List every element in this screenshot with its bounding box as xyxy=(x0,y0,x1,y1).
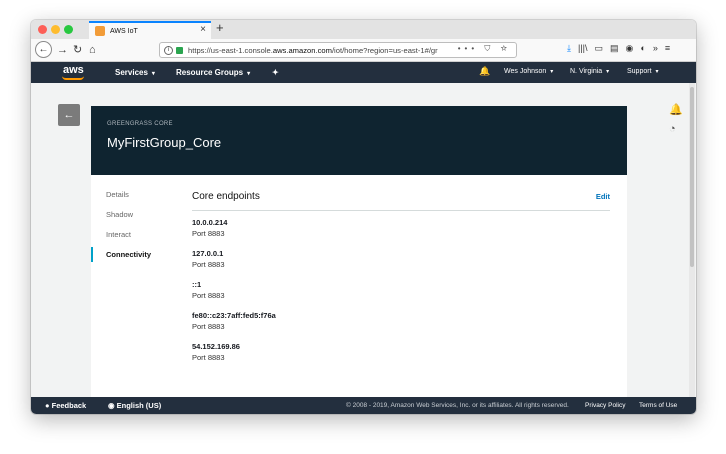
info-icon[interactable]: i xyxy=(164,45,173,55)
side-nav-shadow[interactable]: Shadow xyxy=(91,205,181,225)
chevron-down-icon: ▾ xyxy=(247,71,251,77)
list-item: ::1 Port 8883 xyxy=(192,277,610,308)
endpoint-host: ::1 xyxy=(192,280,202,289)
url-bar[interactable]: i https://us-east-1.console. aws.amazon.c… xyxy=(159,42,517,58)
copyright-text: © 2008 - 2019, Amazon Web Services, Inc.… xyxy=(346,402,569,409)
account-icon[interactable]: ◉ xyxy=(626,43,634,54)
core-endpoints-section: Core endpoints Edit 10.0.0.214 Port 8883… xyxy=(192,191,610,370)
region-name: N. Virginia xyxy=(570,68,603,75)
notifications-icon[interactable]: 🔔 xyxy=(669,103,683,116)
feedback-button[interactable]: ● Feedback xyxy=(45,401,86,410)
tab-aws-iot[interactable]: AWS IoT × xyxy=(89,21,211,39)
aws-favicon-icon xyxy=(95,26,105,36)
chat-bubble-icon: ● xyxy=(45,401,50,410)
reader-icon[interactable]: ▤ xyxy=(610,43,619,54)
services-label: Services xyxy=(115,68,148,77)
extension-icon[interactable]: ◐ xyxy=(640,43,645,54)
list-item: 10.0.0.214 Port 8883 xyxy=(192,215,610,246)
user-name: Wes Johnson xyxy=(504,68,547,75)
url-actions-icons[interactable]: ••• ⛉ ☆ xyxy=(458,44,511,54)
endpoint-host: fe80::c23:7aff:fed5:f76a xyxy=(192,311,276,320)
section-title: Core endpoints xyxy=(192,191,260,202)
page-header: GREENGRASS CORE MyFirstGroup_Core xyxy=(91,106,627,175)
home-button[interactable]: ⌂ xyxy=(89,42,96,58)
scrollbar-thumb[interactable] xyxy=(690,87,694,267)
section-divider xyxy=(192,210,610,211)
chevron-down-icon: ▾ xyxy=(655,69,659,75)
chevron-down-icon: ▾ xyxy=(606,69,610,75)
chevron-down-icon: ▾ xyxy=(151,71,155,77)
endpoint-port: Port 8883 xyxy=(192,229,225,238)
chevron-down-icon: ▾ xyxy=(550,69,554,75)
sidebar-icon[interactable]: ▭ xyxy=(595,43,604,54)
overflow-icon[interactable]: » xyxy=(653,43,658,54)
download-icon[interactable]: ⤓ xyxy=(567,43,571,54)
url-path: /iot/home?region=us-east-1#/gr xyxy=(331,45,438,55)
new-tab-button[interactable]: + xyxy=(216,20,224,35)
endpoint-port: Port 8883 xyxy=(192,291,225,300)
aws-smile-icon xyxy=(62,76,84,80)
nav-bar: ← → ↻ ⌂ i https://us-east-1.console. aws.… xyxy=(31,39,696,62)
bell-icon[interactable]: 🔔 xyxy=(479,66,490,77)
aws-logo[interactable]: aws xyxy=(63,64,84,76)
terms-of-use-link[interactable]: Terms of Use xyxy=(639,402,677,409)
back-button[interactable]: ← xyxy=(35,41,52,58)
menu-icon[interactable]: ≡ xyxy=(665,43,670,54)
resource-groups-label: Resource Groups xyxy=(176,68,244,77)
content-card: Details Shadow Interact Connectivity Cor… xyxy=(91,175,627,397)
window-maximize-button[interactable] xyxy=(64,25,73,34)
endpoint-port: Port 8883 xyxy=(192,260,225,269)
side-nav: Details Shadow Interact Connectivity xyxy=(91,185,181,265)
endpoint-host: 54.152.169.86 xyxy=(192,342,240,351)
edit-button[interactable]: Edit xyxy=(596,192,610,201)
side-nav-details[interactable]: Details xyxy=(91,185,181,205)
region-menu[interactable]: N. Virginia ▾ xyxy=(570,68,609,75)
page-back-button[interactable]: ← xyxy=(58,104,80,126)
tab-title: AWS IoT xyxy=(110,27,138,35)
aws-header: aws Services ▾ Resource Groups ▾ ✦ 🔔 Wes J… xyxy=(31,62,696,83)
console-footer: ● Feedback ◉ English (US) © 2008 - 2019,… xyxy=(31,397,696,414)
side-nav-connectivity[interactable]: Connectivity xyxy=(91,245,181,265)
page-subtitle: GREENGRASS CORE xyxy=(107,121,173,127)
privacy-policy-link[interactable]: Privacy Policy xyxy=(585,402,625,409)
health-icon[interactable]: ◔ xyxy=(669,123,676,135)
library-icon[interactable]: |||\ xyxy=(578,43,588,54)
page-content: ← 🔔 ◔ GREENGRASS CORE MyFirstGroup_Core … xyxy=(31,83,696,397)
language-selector[interactable]: ◉ English (US) xyxy=(108,401,161,410)
lock-icon[interactable] xyxy=(176,46,183,54)
list-item: 127.0.0.1 Port 8883 xyxy=(192,246,610,277)
services-menu[interactable]: Services ▾ xyxy=(115,68,155,77)
url-domain: aws.amazon.com xyxy=(272,45,332,55)
window-close-button[interactable] xyxy=(38,25,47,34)
endpoint-host: 10.0.0.214 xyxy=(192,218,228,227)
browser-toolbar: ⤓ |||\ ▭ ▤ ◉ ◐ » ≡ xyxy=(567,43,670,54)
page-title: MyFirstGroup_Core xyxy=(107,135,222,150)
tab-close-icon[interactable]: × xyxy=(200,24,206,35)
list-item: 54.152.169.86 Port 8883 xyxy=(192,339,610,370)
url-prefix: https://us-east-1.console. xyxy=(188,45,273,55)
globe-icon: ◉ xyxy=(108,401,115,410)
endpoint-list: 10.0.0.214 Port 8883 127.0.0.1 Port 8883… xyxy=(192,215,610,370)
side-nav-interact[interactable]: Interact xyxy=(91,225,181,245)
list-item: fe80::c23:7aff:fed5:f76a Port 8883 xyxy=(192,308,610,339)
endpoint-host: 127.0.0.1 xyxy=(192,249,224,258)
endpoint-port: Port 8883 xyxy=(192,353,225,362)
browser-window: AWS IoT × + ← → ↻ ⌂ i https://us-east-1.… xyxy=(31,20,696,414)
tab-bar: AWS IoT × + xyxy=(31,20,696,39)
pin-icon[interactable]: ✦ xyxy=(272,68,279,77)
support-label: Support xyxy=(627,68,652,75)
forward-button[interactable]: → xyxy=(57,42,68,58)
resource-groups-menu[interactable]: Resource Groups ▾ xyxy=(176,68,250,77)
support-menu[interactable]: Support ▾ xyxy=(627,68,659,75)
user-menu[interactable]: Wes Johnson ▾ xyxy=(504,68,553,75)
reload-button[interactable]: ↻ xyxy=(73,42,82,58)
window-minimize-button[interactable] xyxy=(51,25,60,34)
language-label: English (US) xyxy=(116,401,162,410)
feedback-label: Feedback xyxy=(51,401,87,410)
endpoint-port: Port 8883 xyxy=(192,322,225,331)
